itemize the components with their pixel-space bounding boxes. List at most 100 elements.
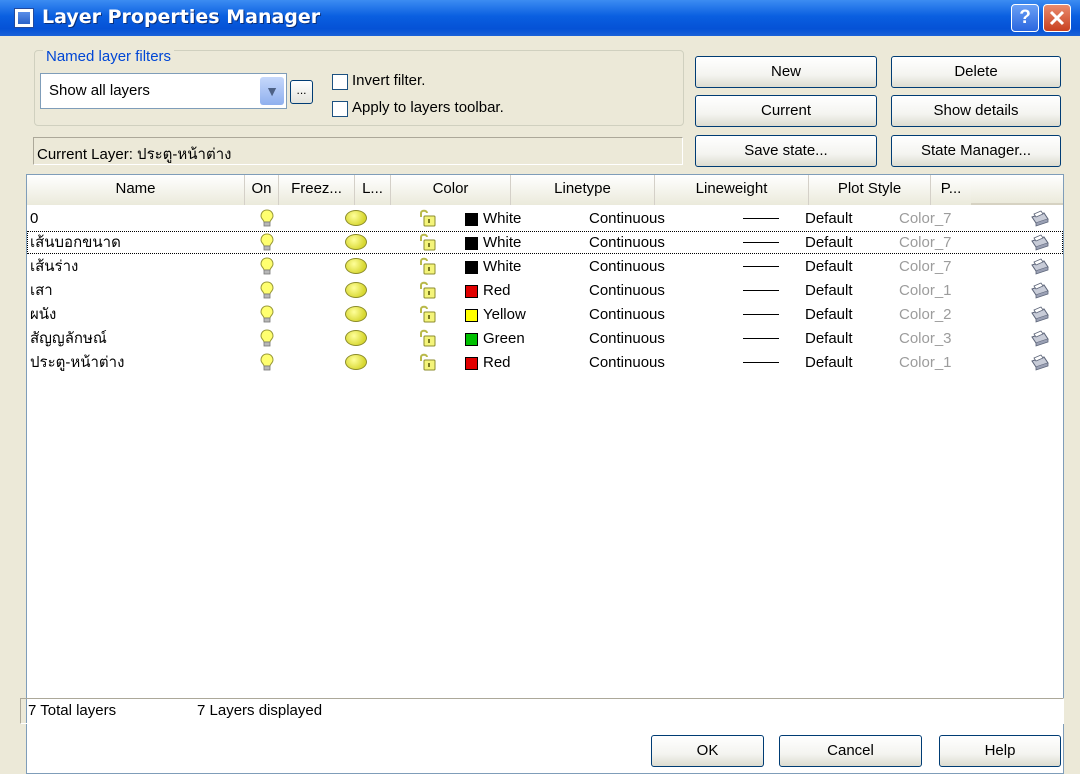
layer-row[interactable]: เส้นบอกขนาด White Continuous Default Color_7 bbox=[27, 231, 1063, 254]
color-swatch[interactable] bbox=[465, 261, 478, 274]
help-title-button[interactable]: ? bbox=[1011, 4, 1039, 32]
help-button[interactable]: Help bbox=[939, 735, 1061, 767]
layer-name[interactable]: ประตู-หน้าต่าง bbox=[30, 352, 124, 373]
layer-name[interactable]: เส้นร่าง bbox=[30, 256, 78, 277]
padlock-icon[interactable] bbox=[418, 257, 436, 275]
layer-row[interactable]: ผนัง Yellow Continuous Default Color_2 bbox=[27, 303, 1063, 326]
sun-icon[interactable] bbox=[345, 234, 367, 250]
lightbulb-icon[interactable] bbox=[260, 305, 274, 324]
layer-linetype[interactable]: Continuous bbox=[589, 256, 665, 277]
color-swatch[interactable] bbox=[465, 357, 478, 370]
layer-list[interactable]: Name On Freez... L... Color Linetype Lin… bbox=[26, 174, 1064, 774]
sun-icon[interactable] bbox=[345, 282, 367, 298]
layer-row[interactable]: 0 White Continuous Default Color_7 bbox=[27, 207, 1063, 230]
printer-icon[interactable] bbox=[1029, 209, 1049, 227]
layer-lineweight[interactable]: Default bbox=[805, 232, 853, 253]
layer-color[interactable]: Red bbox=[483, 280, 511, 301]
layer-color[interactable]: White bbox=[483, 256, 521, 277]
lightbulb-icon[interactable] bbox=[260, 353, 274, 372]
layer-lineweight[interactable]: Default bbox=[805, 328, 853, 349]
sun-icon[interactable] bbox=[345, 258, 367, 274]
lightbulb-icon[interactable] bbox=[260, 281, 274, 300]
printer-icon[interactable] bbox=[1029, 305, 1049, 323]
layer-linetype[interactable]: Continuous bbox=[589, 208, 665, 229]
layer-name[interactable]: เสา bbox=[30, 280, 53, 301]
invert-filter-checkbox[interactable] bbox=[332, 74, 348, 90]
column-header-linetype[interactable]: Linetype bbox=[511, 175, 655, 205]
layer-lineweight[interactable]: Default bbox=[805, 352, 853, 373]
layer-plot-style[interactable]: Color_3 bbox=[899, 328, 952, 349]
layer-row[interactable]: สัญญลักษณ์ Green Continuous Default Color_3 bbox=[27, 327, 1063, 350]
new-button[interactable]: New bbox=[695, 56, 877, 88]
layer-name[interactable]: ผนัง bbox=[30, 304, 56, 325]
sun-icon[interactable] bbox=[345, 330, 367, 346]
color-swatch[interactable] bbox=[465, 333, 478, 346]
title-bar[interactable]: Layer Properties Manager ? bbox=[0, 0, 1080, 36]
apply-toolbar-checkbox[interactable] bbox=[332, 101, 348, 117]
layer-linetype[interactable]: Continuous bbox=[589, 232, 665, 253]
sun-icon[interactable] bbox=[345, 354, 367, 370]
printer-icon[interactable] bbox=[1029, 353, 1049, 371]
printer-icon[interactable] bbox=[1029, 257, 1049, 275]
layer-color[interactable]: White bbox=[483, 232, 521, 253]
sun-icon[interactable] bbox=[345, 306, 367, 322]
layer-name[interactable]: สัญญลักษณ์ bbox=[30, 328, 107, 349]
layer-linetype[interactable]: Continuous bbox=[589, 280, 665, 301]
state-manager-button[interactable]: State Manager... bbox=[891, 135, 1061, 167]
printer-icon[interactable] bbox=[1029, 233, 1049, 251]
lightbulb-icon[interactable] bbox=[260, 257, 274, 276]
delete-button[interactable]: Delete bbox=[891, 56, 1061, 88]
color-swatch[interactable] bbox=[465, 237, 478, 250]
padlock-icon[interactable] bbox=[418, 209, 436, 227]
padlock-icon[interactable] bbox=[418, 233, 436, 251]
show-details-button[interactable]: Show details bbox=[891, 95, 1061, 127]
save-state-button[interactable]: Save state... bbox=[695, 135, 877, 167]
column-header-lock[interactable]: L... bbox=[355, 175, 391, 205]
printer-icon[interactable] bbox=[1029, 329, 1049, 347]
sun-icon[interactable] bbox=[345, 210, 367, 226]
color-swatch[interactable] bbox=[465, 213, 478, 226]
close-button[interactable] bbox=[1043, 4, 1071, 32]
cancel-button[interactable]: Cancel bbox=[779, 735, 922, 767]
ok-button[interactable]: OK bbox=[651, 735, 764, 767]
layer-linetype[interactable]: Continuous bbox=[589, 304, 665, 325]
layer-lineweight[interactable]: Default bbox=[805, 256, 853, 277]
layer-plot-style[interactable]: Color_7 bbox=[899, 208, 952, 229]
filter-browse-button[interactable]: ... bbox=[290, 80, 313, 104]
layer-plot-style[interactable]: Color_7 bbox=[899, 256, 952, 277]
column-header-freeze[interactable]: Freez... bbox=[279, 175, 355, 205]
layer-color[interactable]: Yellow bbox=[483, 304, 526, 325]
lightbulb-icon[interactable] bbox=[260, 329, 274, 348]
layer-lineweight[interactable]: Default bbox=[805, 280, 853, 301]
column-header-name[interactable]: Name bbox=[27, 175, 245, 205]
lightbulb-icon[interactable] bbox=[260, 233, 274, 252]
padlock-icon[interactable] bbox=[418, 353, 436, 371]
layer-color[interactable]: White bbox=[483, 208, 521, 229]
column-header-on[interactable]: On bbox=[245, 175, 279, 205]
lightbulb-icon[interactable] bbox=[260, 209, 274, 228]
layer-row[interactable]: ประตู-หน้าต่าง Red Continuous Default Color_… bbox=[27, 351, 1063, 374]
printer-icon[interactable] bbox=[1029, 281, 1049, 299]
chevron-down-icon[interactable]: ▼ bbox=[260, 77, 284, 105]
layer-plot-style[interactable]: Color_1 bbox=[899, 280, 952, 301]
padlock-icon[interactable] bbox=[418, 281, 436, 299]
column-header-plot-style[interactable]: Plot Style bbox=[809, 175, 931, 205]
column-header-lineweight[interactable]: Lineweight bbox=[655, 175, 809, 205]
layer-color[interactable]: Red bbox=[483, 352, 511, 373]
layer-name[interactable]: เส้นบอกขนาด bbox=[30, 232, 121, 253]
padlock-icon[interactable] bbox=[418, 329, 436, 347]
current-button[interactable]: Current bbox=[695, 95, 877, 127]
layer-linetype[interactable]: Continuous bbox=[589, 352, 665, 373]
layer-plot-style[interactable]: Color_7 bbox=[899, 232, 952, 253]
layer-lineweight[interactable]: Default bbox=[805, 208, 853, 229]
layer-plot-style[interactable]: Color_2 bbox=[899, 304, 952, 325]
layer-name[interactable]: 0 bbox=[30, 208, 38, 229]
padlock-icon[interactable] bbox=[418, 305, 436, 323]
column-header-color[interactable]: Color bbox=[391, 175, 511, 205]
layer-plot-style[interactable]: Color_1 bbox=[899, 352, 952, 373]
layer-row[interactable]: เส้นร่าง White Continuous Default Color_7 bbox=[27, 255, 1063, 278]
color-swatch[interactable] bbox=[465, 309, 478, 322]
layer-color[interactable]: Green bbox=[483, 328, 525, 349]
layer-lineweight[interactable]: Default bbox=[805, 304, 853, 325]
layer-row[interactable]: เสา Red Continuous Default Color_1 bbox=[27, 279, 1063, 302]
